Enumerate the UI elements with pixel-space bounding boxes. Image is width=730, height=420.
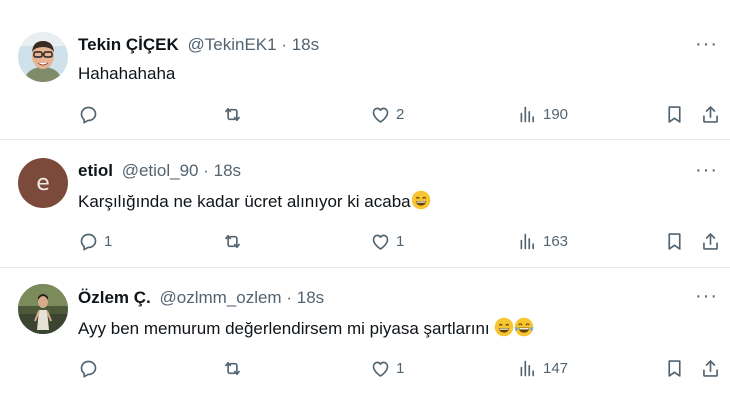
views-icon <box>517 358 538 379</box>
author-handle[interactable]: @etiol_90 <box>122 161 199 180</box>
tweet-header: Özlem Ç. @ozlmm_ozlem · 18s <box>78 288 324 308</box>
like-count: 1 <box>396 232 405 250</box>
author-handle[interactable]: @ozlmm_ozlem <box>159 288 281 307</box>
action-bar: 2 190 <box>0 99 730 129</box>
author-handle[interactable]: @TekinEK1 <box>188 35 277 54</box>
bookmark-button[interactable] <box>664 99 685 129</box>
views-button[interactable]: 163 <box>517 226 568 256</box>
like-button[interactable]: 2 <box>370 99 404 129</box>
views-icon <box>517 104 538 125</box>
avatar-ozlem[interactable] <box>18 284 68 334</box>
reply-icon <box>78 104 99 125</box>
action-bar: 1 147 <box>0 353 730 383</box>
bookmark-icon <box>664 104 685 125</box>
grinning-face-emoji <box>411 190 431 210</box>
share-icon <box>700 104 721 125</box>
bookmark-icon <box>664 231 685 252</box>
like-count: 2 <box>396 105 405 123</box>
share-button[interactable] <box>700 353 721 383</box>
reply-icon <box>78 231 99 252</box>
views-button[interactable]: 147 <box>517 353 568 383</box>
timestamp[interactable]: 18s <box>297 288 324 307</box>
views-count: 147 <box>543 359 569 377</box>
like-count: 1 <box>396 359 405 377</box>
retweet-button[interactable] <box>222 226 248 256</box>
like-button[interactable]: 1 <box>370 353 404 383</box>
tweet-text-body: Karşılığında ne kadar ücret alınıyor ki … <box>78 192 411 211</box>
retweet-button[interactable] <box>222 353 248 383</box>
retweet-icon <box>222 231 243 252</box>
like-button[interactable]: 1 <box>370 226 404 256</box>
tweet-header: Tekin ÇİÇEK @TekinEK1 · 18s <box>78 35 319 55</box>
like-icon <box>370 104 391 125</box>
separator-dot: · <box>286 288 293 307</box>
like-icon <box>370 231 391 252</box>
avatar-etiol[interactable]: e <box>18 158 68 208</box>
author-name[interactable]: Tekin ÇİÇEK <box>78 35 179 54</box>
tweet-text: Hahahahaha <box>78 64 176 83</box>
views-count: 190 <box>543 105 569 123</box>
author-name[interactable]: Özlem Ç. <box>78 288 151 307</box>
reply-button[interactable] <box>78 99 104 129</box>
more-icon[interactable]: ··· <box>695 286 718 306</box>
retweet-icon <box>222 358 243 379</box>
more-icon[interactable]: ··· <box>695 160 718 180</box>
avatar-letter: e <box>36 170 50 196</box>
share-icon <box>700 231 721 252</box>
reply-feed: Tekin ÇİÇEK @TekinEK1 · 18s ··· Hahahaha… <box>0 0 730 420</box>
reply-button[interactable] <box>78 353 104 383</box>
author-name[interactable]: etiol <box>78 161 113 180</box>
tweet-ozlem[interactable]: Özlem Ç. @ozlmm_ozlem · 18s ··· Ayy ben … <box>0 268 730 420</box>
reply-button[interactable]: 1 <box>78 226 112 256</box>
share-button[interactable] <box>700 99 721 129</box>
timestamp[interactable]: 18s <box>292 35 319 54</box>
tweet-text: Karşılığında ne kadar ücret alınıyor ki … <box>78 190 431 212</box>
separator-dot: · <box>203 161 209 180</box>
tears-of-joy-emoji <box>514 317 534 337</box>
more-icon[interactable]: ··· <box>695 34 718 54</box>
share-button[interactable] <box>700 226 721 256</box>
grinning-face-emoji <box>494 317 514 337</box>
avatar-tekin[interactable] <box>18 32 68 82</box>
bookmark-icon <box>664 358 685 379</box>
tweet-etiol[interactable]: e etiol @etiol_90 · 18s ··· Karşılığında… <box>0 140 730 268</box>
action-bar: 1 1 163 <box>0 226 730 256</box>
separator-dot: · <box>281 35 287 54</box>
reply-icon <box>78 358 99 379</box>
tweet-text: Ayy ben memurum değerlendirsem mi piyasa… <box>78 317 534 339</box>
tweet-text-body: Ayy ben memurum değerlendirsem mi piyasa… <box>78 319 490 338</box>
share-icon <box>700 358 721 379</box>
views-button[interactable]: 190 <box>517 99 568 129</box>
views-count: 163 <box>543 232 569 250</box>
bookmark-button[interactable] <box>664 226 685 256</box>
timestamp[interactable]: 18s <box>214 161 241 180</box>
reply-count: 1 <box>104 232 113 250</box>
retweet-icon <box>222 104 243 125</box>
like-icon <box>370 358 391 379</box>
tweet-tekin[interactable]: Tekin ÇİÇEK @TekinEK1 · 18s ··· Hahahaha… <box>0 0 730 140</box>
tweet-header: etiol @etiol_90 · 18s <box>78 161 241 181</box>
views-icon <box>517 231 538 252</box>
retweet-button[interactable] <box>222 99 248 129</box>
bookmark-button[interactable] <box>664 353 685 383</box>
